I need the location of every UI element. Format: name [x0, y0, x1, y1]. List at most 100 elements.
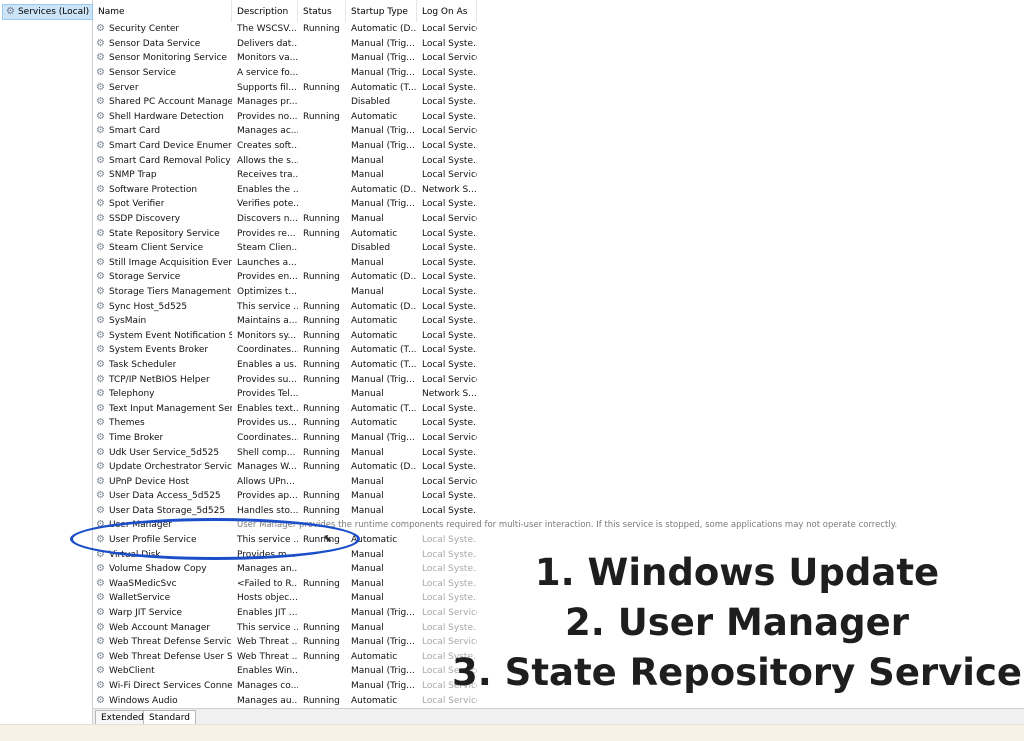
table-row[interactable]: ⚙ Time Broker Coordinates... Running Manual … — [93, 431, 1024, 446]
service-name-cell: ⚙ Telephony — [93, 389, 232, 399]
service-startup-type: Manual — [351, 257, 384, 268]
service-name: Sensor Service — [109, 68, 176, 79]
service-startup-type: Automatic — [351, 418, 398, 429]
table-row[interactable]: ⚙ Update Orchestrator Service Manages W...… — [93, 460, 1024, 475]
service-log-on-as: Local Syste... — [422, 38, 477, 49]
service-name-cell: ⚙ Smart Card Removal Policy — [93, 156, 232, 166]
service-name: Software Protection — [109, 184, 198, 195]
service-description: Handles sto... — [237, 505, 298, 516]
column-header-description[interactable]: Description — [232, 0, 298, 22]
column-header-log-on-as[interactable]: Log On As — [417, 0, 477, 22]
service-description: Enables Win... — [237, 666, 298, 677]
table-row[interactable]: ⚙ State Repository Service Provides re... R… — [93, 226, 1024, 241]
service-startup-type: Disabled — [351, 97, 391, 108]
table-row[interactable]: ⚙ System Event Notification S... Monitors … — [93, 328, 1024, 343]
service-name-cell: ⚙ Server — [93, 83, 232, 93]
table-row[interactable]: ⚙ SysMain Maintains a... Running Automatic Lo… — [93, 314, 1024, 329]
service-name: Smart Card — [109, 126, 161, 137]
table-row[interactable]: ⚙ Smart Card Device Enumera... Creates sof… — [93, 139, 1024, 154]
table-row[interactable]: ⚙ Text Input Management Ser... Enables tex… — [93, 401, 1024, 416]
tab-standard[interactable]: Standard — [143, 710, 196, 724]
service-name: User Data Access_5d525 — [109, 491, 221, 502]
service-log-on-as: Local Service — [422, 126, 477, 137]
table-row[interactable]: ⚙ TCP/IP NetBIOS Helper Provides su... Runn… — [93, 372, 1024, 387]
service-gear-icon: ⚙ — [96, 476, 105, 487]
table-row[interactable]: ⚙ Steam Client Service Steam Clien... Disab… — [93, 241, 1024, 256]
mouse-cursor-icon: ⬉ — [323, 532, 333, 545]
column-header-startup-type[interactable]: Startup Type — [346, 0, 417, 22]
table-row[interactable]: ⚙ Storage Service Provides en... Running Aut… — [93, 270, 1024, 285]
service-name-cell: ⚙ Still Image Acquisition Events — [93, 258, 232, 268]
service-description: Provides Tel... — [237, 389, 298, 400]
service-name-cell: ⚙ Warp JIT Service — [93, 608, 232, 618]
table-row[interactable]: ⚙ Sensor Service A service fo... Manual (Tr… — [93, 66, 1024, 81]
table-row[interactable]: ⚙ Udk User Service_5d525 Shell comp... Runn… — [93, 445, 1024, 460]
service-name-cell: ⚙ Steam Client Service — [93, 243, 232, 253]
service-name-cell: ⚙ SSDP Discovery — [93, 214, 232, 224]
table-row[interactable]: ⚙ Shared PC Account Manager Manages pr... D… — [93, 95, 1024, 110]
service-status: Running — [303, 403, 340, 414]
table-row[interactable]: ⚙ Telephony Provides Tel... Manual Network S… — [93, 387, 1024, 402]
service-startup-type: Manual — [351, 593, 384, 604]
overlay-annotation: 1. Windows Update 2. User Manager 3. Sta… — [450, 548, 1024, 698]
status-bar — [0, 724, 1024, 741]
service-description: Maintains a... — [237, 316, 298, 327]
service-gear-icon: ⚙ — [96, 403, 105, 414]
table-row[interactable]: ⚙ Task Scheduler Enables a us... Running Aut… — [93, 358, 1024, 373]
table-row[interactable]: ⚙ UPnP Device Host Allows UPn... Manual Loca… — [93, 474, 1024, 489]
service-description: Verifies pote... — [237, 199, 298, 210]
service-name-cell: ⚙ SysMain — [93, 316, 232, 326]
service-name: Security Center — [109, 24, 180, 35]
tree-node-services-local[interactable]: ⚙ Services (Local) — [2, 4, 94, 20]
service-name-cell: ⚙ Software Protection — [93, 185, 232, 195]
service-startup-type: Manual (Trig... — [351, 608, 415, 619]
service-startup-type: Manual — [351, 578, 384, 589]
service-name: Sensor Data Service — [109, 38, 201, 49]
service-startup-type: Automatic (D... — [351, 462, 417, 473]
table-row[interactable]: ⚙ Still Image Acquisition Events Launches … — [93, 256, 1024, 271]
table-row[interactable]: ⚙ System Events Broker Coordinates... Runni… — [93, 343, 1024, 358]
service-description: Enables the ... — [237, 184, 298, 195]
service-name-cell: ⚙ State Repository Service — [93, 229, 232, 239]
column-header-name[interactable]: Name — [93, 0, 232, 22]
service-startup-type: Automatic (D... — [351, 301, 417, 312]
table-row[interactable]: ⚙ Sync Host_5d525 This service ... Running A… — [93, 299, 1024, 314]
table-row[interactable]: ⚙ Smart Card Removal Policy Allows the s..… — [93, 153, 1024, 168]
overlay-line-2: 2. User Manager — [565, 601, 909, 644]
service-status: Running — [303, 330, 340, 341]
service-status: Running — [303, 505, 340, 516]
overlay-line-3: 3. State Repository Service — [451, 651, 1022, 694]
service-description: Manages pr... — [237, 97, 298, 108]
table-row[interactable]: ⚙ Sensor Data Service Delivers dat... Manua… — [93, 37, 1024, 52]
column-header-status[interactable]: Status — [298, 0, 346, 22]
service-log-on-as: Local Syste... — [422, 462, 477, 473]
service-gear-icon: ⚙ — [96, 316, 105, 327]
service-name: SNMP Trap — [109, 170, 157, 181]
table-row[interactable]: ⚙ User Data Storage_5d525 Handles sto... Ru… — [93, 504, 1024, 519]
service-name: Time Broker — [109, 432, 164, 443]
table-row[interactable]: ⚙ Security Center The WSCSV... Running Autom… — [93, 22, 1024, 37]
table-row[interactable]: ⚙ Storage Tiers Management Optimizes t... M… — [93, 285, 1024, 300]
service-description: Delivers dat... — [237, 38, 298, 49]
table-row[interactable]: ⚙ Shell Hardware Detection Provides no... R… — [93, 110, 1024, 125]
table-row[interactable]: ⚙ Server Supports fil... Running Automatic (… — [93, 80, 1024, 95]
service-name-cell: ⚙ Storage Tiers Management — [93, 287, 232, 297]
service-startup-type: Manual (Trig... — [351, 432, 415, 443]
table-row[interactable]: ⚙ Software Protection Enables the ... Autom… — [93, 183, 1024, 198]
service-name: State Repository Service — [109, 228, 220, 239]
service-name: Shared PC Account Manager — [109, 97, 232, 108]
table-row[interactable]: ⚙ SSDP Discovery Discovers n... Running Manu… — [93, 212, 1024, 227]
table-row[interactable]: ⚙ Spot Verifier Verifies pote... Manual (Tr… — [93, 197, 1024, 212]
table-row[interactable]: ⚙ SNMP Trap Receives tra... Manual Local Ser… — [93, 168, 1024, 183]
table-row[interactable]: ⚙ User Data Access_5d525 Provides ap... Run… — [93, 489, 1024, 504]
tab-extended[interactable]: Extended — [95, 710, 150, 725]
service-log-on-as: Local Syste... — [422, 111, 477, 122]
service-name-cell: ⚙ Storage Service — [93, 272, 232, 282]
service-startup-type: Automatic — [351, 330, 398, 341]
table-row[interactable]: ⚙ Sensor Monitoring Service Monitors va...… — [93, 51, 1024, 66]
service-startup-type: Automatic (T... — [351, 345, 417, 356]
table-row[interactable]: ⚙ Themes Provides us... Running Automatic Loc… — [93, 416, 1024, 431]
service-startup-type: Manual (Trig... — [351, 68, 415, 79]
service-description: Steam Clien... — [237, 243, 298, 254]
table-row[interactable]: ⚙ Smart Card Manages ac... Manual (Trig... L… — [93, 124, 1024, 139]
